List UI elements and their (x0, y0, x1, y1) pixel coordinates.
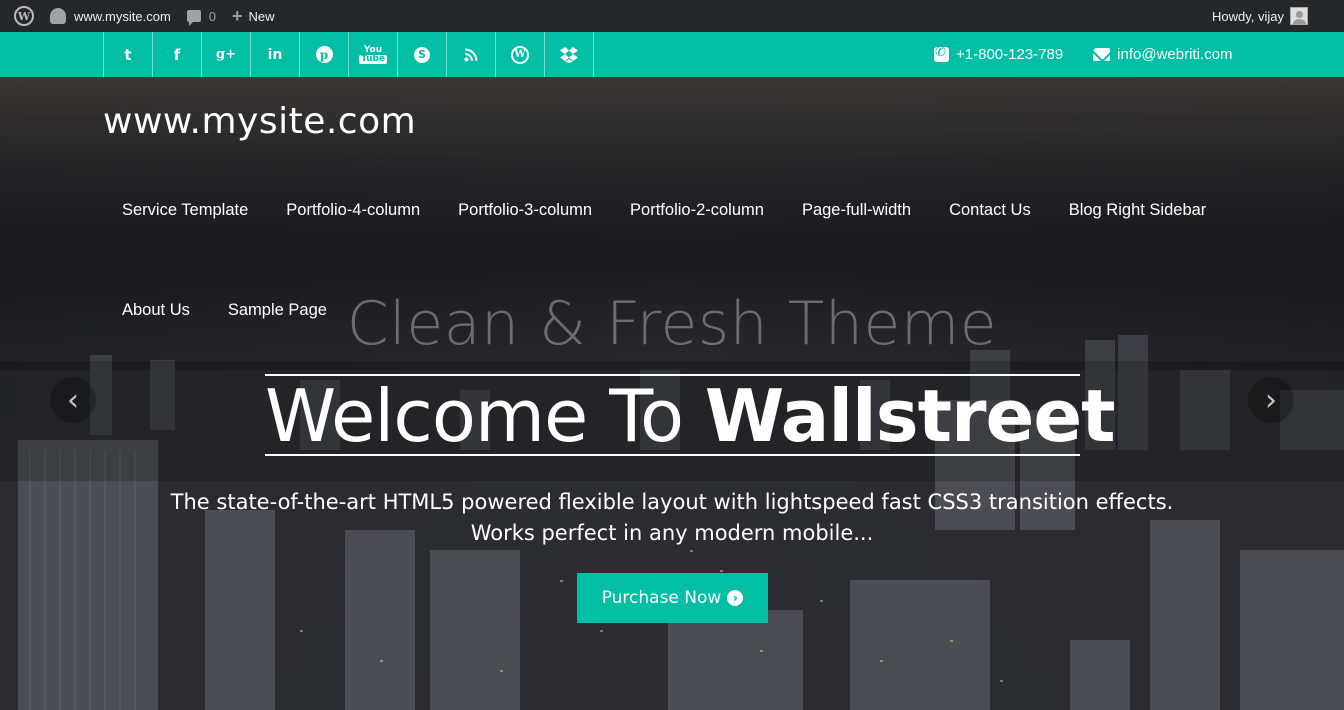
menu-item-blog-right-sidebar[interactable]: Blog Right Sidebar (1050, 201, 1226, 220)
dropbox-icon[interactable] (545, 32, 594, 77)
social-links: t f g+ in p You Tube S W (103, 32, 594, 77)
admin-bar: W www.mysite.com 0 + New Howdy, vijay (0, 0, 1344, 32)
new-content-link[interactable]: + New (224, 0, 283, 32)
main-menu: Service Template Portfolio-4-column Port… (103, 201, 1225, 220)
rss-icon[interactable] (447, 32, 496, 77)
chevron-right-circle-icon: › (727, 590, 744, 606)
slide-heading-bold: Wallstreet (704, 374, 1116, 458)
dashboard-icon (50, 8, 66, 24)
envelope-icon (1093, 48, 1111, 61)
facebook-icon[interactable]: f (153, 32, 202, 77)
youtube-icon[interactable]: You Tube (349, 32, 398, 77)
comment-icon (186, 10, 201, 26)
menu-item-portfolio-4-column[interactable]: Portfolio-4-column (267, 201, 439, 220)
chevron-right-icon: › (1265, 382, 1277, 418)
phone-number: +1-800-123-789 (956, 46, 1064, 63)
plus-icon: + (232, 6, 243, 26)
skype-icon[interactable]: S (398, 32, 447, 77)
new-label: New (248, 8, 275, 24)
menu-item-page-full-width[interactable]: Page-full-width (783, 201, 930, 220)
chevron-left-icon: ‹ (67, 382, 79, 418)
wordpress-icon[interactable]: W (496, 32, 545, 77)
linkedin-icon[interactable]: in (251, 32, 300, 77)
site-title[interactable]: www.mysite.com (103, 101, 416, 142)
top-bar: t f g+ in p YouTube S W +1-800-123-789 i… (0, 32, 1344, 77)
contact-info: +1-800-123-789 info@webriti.com (934, 32, 1232, 77)
site-name-link[interactable]: www.mysite.com (42, 0, 179, 32)
avatar (1290, 7, 1308, 25)
menu-item-portfolio-3-column[interactable]: Portfolio-3-column (439, 201, 611, 220)
wordpress-menu[interactable]: W (0, 0, 42, 32)
menu-item-contact-us[interactable]: Contact Us (930, 201, 1050, 220)
slide-description: The state-of-the-art HTML5 powered flexi… (170, 490, 1174, 545)
menu-item-portfolio-2-column[interactable]: Portfolio-2-column (611, 201, 783, 220)
slider-prev-arrow[interactable]: ‹ (50, 377, 96, 423)
email-address: info@webriti.com (1117, 46, 1233, 63)
email-contact[interactable]: info@webriti.com (1093, 46, 1232, 63)
slide-subheading: Clean & Fresh Theme (346, 289, 998, 359)
purchase-now-label: Purchase Now (601, 588, 722, 608)
howdy-label: Howdy, vijay (1211, 8, 1284, 24)
menu-item-sample-page[interactable]: Sample Page (209, 301, 346, 320)
slide-heading: Welcome To Wallstreet (265, 374, 1116, 458)
wordpress-logo-icon: W (14, 6, 34, 26)
google-plus-icon[interactable]: g+ (202, 32, 251, 77)
main-menu-row-2: About Us Sample Page (103, 301, 346, 320)
account-menu[interactable]: Howdy, vijay (1212, 7, 1344, 25)
twitter-icon[interactable]: t (104, 32, 153, 77)
menu-item-about-us[interactable]: About Us (103, 301, 209, 320)
pinterest-icon[interactable]: p (300, 32, 349, 77)
phone-contact[interactable]: +1-800-123-789 (934, 45, 1064, 63)
menu-item-service-template[interactable]: Service Template (103, 201, 267, 220)
hero-slider: www.mysite.com Service Template Portfoli… (0, 77, 1344, 710)
comments-count: 0 (208, 8, 217, 24)
slide-heading-light: Welcome To (265, 374, 705, 458)
site-name-label: www.mysite.com (74, 8, 171, 24)
comments-link[interactable]: 0 (179, 0, 224, 32)
purchase-now-button[interactable]: Purchase Now › (577, 573, 768, 623)
slider-next-arrow[interactable]: › (1248, 377, 1294, 423)
phone-icon (934, 45, 949, 62)
